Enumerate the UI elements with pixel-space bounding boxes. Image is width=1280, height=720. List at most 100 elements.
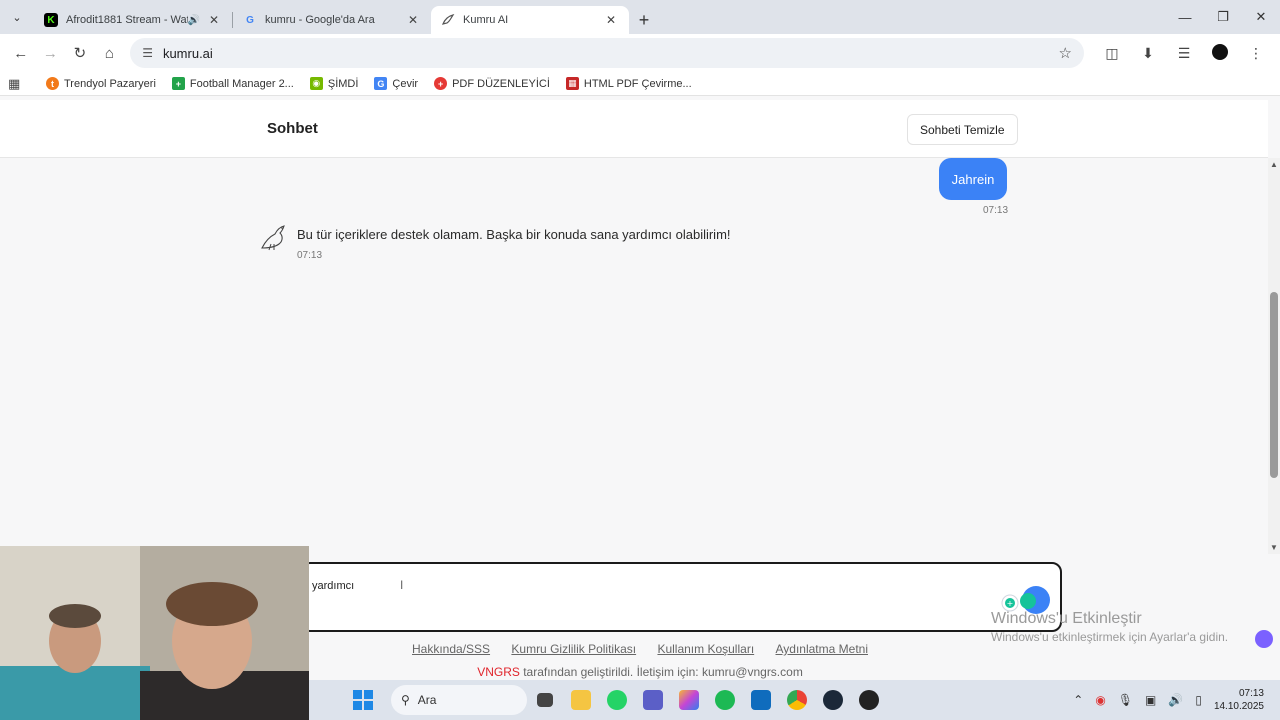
close-tab-icon[interactable]: ✕ xyxy=(405,13,421,27)
speaker-icon[interactable]: 🔊 xyxy=(188,15,200,26)
chat-input-box[interactable]: yardımcı I xyxy=(300,562,1062,632)
network-icon[interactable]: ▣ xyxy=(1145,693,1156,707)
credit-text: tarafından geliştirildi. İletişim için: … xyxy=(519,665,803,679)
tab-title: Kumru AI xyxy=(463,14,509,26)
bot-message-text: Bu tür içeriklere destek olamam. Başka b… xyxy=(297,227,731,242)
tab-google[interactable]: G kumru - Google'da Ara ✕ xyxy=(233,6,431,34)
battery-icon[interactable]: ▯ xyxy=(1195,693,1202,707)
clock-date: 14.10.2025 xyxy=(1213,701,1264,712)
steam-icon[interactable] xyxy=(815,680,851,720)
media-controls-icon[interactable]: ☰ xyxy=(1166,45,1202,62)
chat-scrollbar[interactable]: ▲ ▼ xyxy=(1268,158,1280,554)
tab-kumru[interactable]: Kumru AI ✕ xyxy=(431,6,629,34)
search-icon: ⚲ xyxy=(401,693,410,707)
url-text[interactable]: kumru.ai xyxy=(163,46,1059,61)
chat-input-value[interactable]: yardımcı xyxy=(312,580,354,592)
chat-header: Sohbet Sohbeti Temizle xyxy=(0,100,1268,158)
spotify-icon[interactable] xyxy=(707,680,743,720)
bot-message-time: 07:13 xyxy=(297,250,323,261)
windows-activation-watermark: Windows'u Etkinleştir Windows'u etkinleş… xyxy=(991,610,1228,644)
tab-title: Afrodit1881 Stream - Watch xyxy=(66,14,188,26)
link-terms[interactable]: Kullanım Koşulları xyxy=(657,642,754,656)
chrome-icon[interactable] xyxy=(779,680,815,720)
start-button[interactable] xyxy=(345,680,381,720)
bookmark-html-pdf[interactable]: ▦ HTML PDF Çevirme... xyxy=(565,77,692,90)
teams-icon[interactable] xyxy=(635,680,671,720)
whatsapp-icon[interactable] xyxy=(599,680,635,720)
link-about[interactable]: Hakkında/SSS xyxy=(412,642,490,656)
football-manager-icon: + xyxy=(171,77,185,90)
bookmark-pdf-duzenleyici[interactable]: + PDF DÜZENLEYİCİ xyxy=(434,77,550,90)
google-icon: G xyxy=(246,14,254,26)
microphone-icon[interactable]: 🎙 xyxy=(1118,693,1133,707)
task-view-icon[interactable] xyxy=(527,680,563,720)
scroll-down-icon[interactable]: ▼ xyxy=(1270,543,1278,552)
forward-icon[interactable]: → xyxy=(36,38,66,68)
bookmark-label: PDF DÜZENLEYİCİ xyxy=(452,77,550,90)
downloads-icon[interactable]: ⬇ xyxy=(1130,45,1166,62)
bookmark-star-icon[interactable]: ☆ xyxy=(1059,44,1072,62)
bookmark-football-manager[interactable]: + Football Manager 2... xyxy=(171,77,294,90)
menu-icon[interactable]: ⋮ xyxy=(1238,45,1274,62)
vngrs-brand[interactable]: VNGRS xyxy=(477,665,520,679)
toolbar-actions: ◫ ⬇ ☰ ⋮ xyxy=(1094,43,1274,63)
tray-app-icon[interactable]: ◉ xyxy=(1095,693,1105,707)
site-info-icon[interactable]: ☰ xyxy=(142,46,153,60)
tray-overflow-icon[interactable]: ⌃ xyxy=(1073,693,1083,707)
text-cursor-icon: I xyxy=(400,578,404,592)
activation-title: Windows'u Etkinleştir xyxy=(991,610,1142,627)
svg-text:+: + xyxy=(1007,599,1014,608)
store-icon[interactable] xyxy=(743,680,779,720)
scroll-up-icon[interactable]: ▲ xyxy=(1270,160,1278,169)
obs-icon[interactable] xyxy=(851,680,887,720)
pdf-icon: + xyxy=(434,77,448,90)
browser-toolbar: ← → ↻ ⌂ ☰ kumru.ai ☆ ◫ ⬇ ☰ ⋮ xyxy=(0,34,1280,72)
file-explorer-icon[interactable] xyxy=(563,680,599,720)
bookmark-label: ŞİMDİ xyxy=(327,77,359,90)
activation-subtitle: Windows'u etkinleştirmek için Ayarlar'a … xyxy=(991,630,1229,644)
address-bar[interactable]: ☰ kumru.ai ☆ xyxy=(130,38,1084,68)
webcam-overlay xyxy=(0,546,309,720)
bookmark-cevir[interactable]: G Çevir xyxy=(374,77,418,90)
clear-chat-button[interactable]: Sohbeti Temizle xyxy=(907,114,1018,145)
minimize-icon[interactable]: — xyxy=(1166,0,1204,34)
apps-grid-icon[interactable]: ▦ xyxy=(8,76,28,92)
home-icon[interactable]: ⌂ xyxy=(95,38,125,68)
html-pdf-icon: ▦ xyxy=(565,77,579,90)
browser-tab-strip: ⌄ K Afrodit1881 Stream - Watch 🔊 ✕ G kum… xyxy=(0,0,1280,34)
bookmark-label: Çevir xyxy=(392,77,419,90)
reload-icon[interactable]: ↻ xyxy=(65,38,95,68)
volume-icon[interactable]: 🔊 xyxy=(1168,693,1183,707)
bookmark-trendyol[interactable]: t Trendyol Pazaryeri xyxy=(46,77,156,90)
close-tab-icon[interactable]: ✕ xyxy=(206,13,222,27)
taskbar-clock[interactable]: 07:13 14.10.2025 xyxy=(1214,687,1264,713)
extensions-icon[interactable]: ◫ xyxy=(1094,45,1130,62)
link-privacy[interactable]: Kumru Gizlilik Politikası xyxy=(511,642,636,656)
bookmark-simdi[interactable]: ◉ ŞİMDİ xyxy=(309,77,359,90)
taskbar-search[interactable]: ⚲ Ara xyxy=(391,685,527,715)
bookmarks-bar: ▦ t Trendyol Pazaryeri + Football Manage… xyxy=(0,72,1280,96)
tab-afrodit[interactable]: K Afrodit1881 Stream - Watch 🔊 ✕ xyxy=(34,6,232,34)
close-tab-icon[interactable]: ✕ xyxy=(603,13,619,27)
close-window-icon[interactable]: ✕ xyxy=(1242,0,1280,34)
bookmark-label: HTML PDF Çevirme... xyxy=(583,77,692,90)
profile-avatar[interactable] xyxy=(1202,43,1238,63)
trendyol-icon: t xyxy=(46,77,59,90)
bookmark-label: Trendyol Pazaryeri xyxy=(64,77,156,90)
page-title: Sohbet xyxy=(267,120,318,137)
copilot-icon[interactable] xyxy=(671,680,707,720)
search-placeholder: Ara xyxy=(417,693,437,707)
kumru-icon xyxy=(441,13,455,27)
window-controls: — ❐ ✕ xyxy=(1166,0,1280,34)
user-message-time: 07:13 xyxy=(983,205,1009,216)
windows-taskbar: ⚲ Ara ⌃ ◉ 🎙 ▣ 🔊 ▯ 07:13 14.10.2025 xyxy=(309,680,1280,720)
user-message-bubble: Jahrein xyxy=(939,158,1007,200)
translate-icon: G xyxy=(374,77,388,90)
back-icon[interactable]: ← xyxy=(6,38,36,68)
link-disclosure[interactable]: Aydınlatma Metni xyxy=(776,642,869,656)
scrollbar-thumb[interactable] xyxy=(1270,292,1278,478)
copilot-sidebar-icon[interactable] xyxy=(1255,630,1273,648)
new-tab-button[interactable]: + xyxy=(629,6,659,34)
restore-icon[interactable]: ❐ xyxy=(1204,0,1242,34)
tab-search-button[interactable]: ⌄ xyxy=(0,0,34,34)
